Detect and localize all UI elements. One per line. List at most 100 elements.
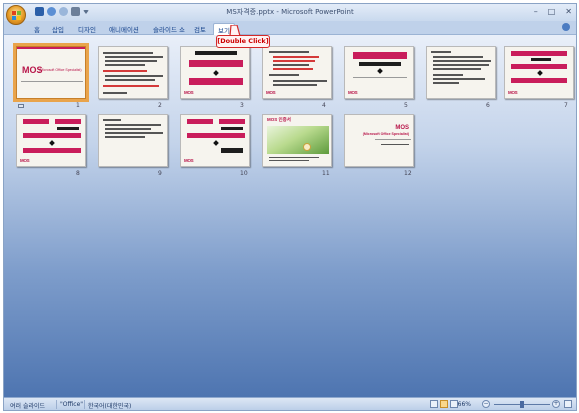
diagram-bar (531, 58, 551, 61)
slide-thumbnail-11[interactable]: MOS 인증서 (262, 114, 332, 167)
diagram-bar (511, 78, 567, 83)
slide-logo: MOS (184, 90, 194, 95)
text-line (105, 132, 163, 134)
slide-thumbnail-9[interactable] (98, 114, 168, 167)
zoom-level[interactable]: 66% (458, 401, 471, 408)
tab-review[interactable]: 검토 (190, 23, 210, 35)
slide-thumbnail-8[interactable]: MOS (16, 114, 86, 167)
text-line (273, 64, 309, 66)
slide-sorter-view-button[interactable] (440, 400, 448, 408)
diagram-bar (219, 119, 245, 124)
text-line (269, 51, 309, 53)
text-line (269, 74, 299, 76)
tab-slide-show[interactable]: 슬라이드 쇼 (149, 23, 189, 35)
view-name-label: 여러 슬라이드 (10, 403, 46, 410)
text-line (273, 60, 315, 62)
slide-sorter-view[interactable]: MOS (Microsoft Office Specialist) 1 2 MO… (4, 35, 576, 399)
zoom-slider-thumb[interactable] (520, 401, 524, 408)
slide-number: 5 (404, 102, 408, 109)
fit-to-window-button[interactable] (564, 400, 572, 408)
zoom-out-button[interactable]: − (482, 400, 490, 408)
diagram-bar (23, 119, 49, 124)
ribbon-tabs: 홈 삽입 디자인 애니메이션 슬라이드 쇼 검토 보기 (4, 21, 576, 35)
text-line (269, 157, 319, 158)
slide-thumbnail-10[interactable]: MOS (180, 114, 250, 167)
slide-heading: MOS 인증서 (267, 117, 291, 122)
text-line (105, 60, 157, 62)
diagram-bar (221, 127, 243, 130)
text-line (433, 74, 463, 76)
tab-design[interactable]: 디자인 (74, 23, 100, 35)
slide-logo: MOS (348, 90, 358, 95)
slide-number: 6 (486, 102, 490, 109)
tab-animations[interactable]: 애니메이션 (105, 23, 143, 35)
text-line (273, 80, 327, 82)
text-line (105, 79, 155, 81)
slide-number: 9 (158, 170, 162, 177)
certificate-image (267, 126, 329, 154)
slide-thumbnail-12[interactable]: MOS (Microsoft Office Specialist) (344, 114, 414, 167)
text-line (431, 51, 451, 53)
diagram-bar (511, 64, 567, 69)
status-separator (84, 400, 85, 409)
diagram-bar (359, 62, 401, 66)
slide-thumbnail-3[interactable]: MOS (180, 46, 250, 99)
diagram-connector (213, 70, 219, 76)
text-line (105, 56, 163, 58)
slide-divider (353, 77, 407, 78)
text-line (103, 92, 127, 94)
text-line (273, 84, 317, 86)
diagram-bar (221, 148, 243, 153)
diagram-connector (49, 140, 55, 146)
slide-thumbnail-7[interactable]: MOS (504, 46, 574, 99)
diagram-connector (377, 68, 383, 74)
help-icon[interactable] (562, 23, 570, 31)
tab-home[interactable]: 홈 (30, 23, 44, 35)
slide-thumbnail-2[interactable] (98, 46, 168, 99)
slide-accent-bar (17, 47, 85, 49)
slide-number: 12 (404, 170, 412, 177)
tab-insert[interactable]: 삽입 (48, 23, 68, 35)
seal-icon (303, 143, 311, 151)
diagram-bar (57, 127, 79, 130)
slide-thumbnail-1[interactable]: MOS (Microsoft Office Specialist) (13, 43, 89, 102)
slide-thumbnail-4[interactable]: MOS (262, 46, 332, 99)
slide-number: 8 (76, 170, 80, 177)
zoom-in-button[interactable]: + (552, 400, 560, 408)
text-line (103, 70, 147, 72)
slide-number: 4 (322, 102, 326, 109)
slide-subtitle: (Microsoft Office Specialist) (362, 132, 409, 136)
diagram-bar (189, 78, 243, 85)
diagram-bar (23, 133, 81, 138)
diagram-bar (511, 51, 567, 56)
slide-logo: MOS (184, 158, 194, 163)
slide-number: 10 (240, 170, 248, 177)
text-line (433, 68, 481, 70)
text-line (273, 68, 313, 70)
office-button[interactable] (6, 5, 26, 25)
maximize-button[interactable]: □ (548, 7, 556, 16)
slide-logo: MOS (266, 90, 276, 95)
slide-number: 1 (76, 102, 80, 109)
slide-number: 3 (240, 102, 244, 109)
diagram-bar (187, 119, 213, 124)
text-line (433, 78, 485, 80)
normal-view-button[interactable] (430, 400, 438, 408)
status-bar: 여러 슬라이드 "Office" 한국어(대한민국) 66% − + (4, 397, 576, 410)
language-label[interactable]: 한국어(대한민국) (88, 401, 131, 410)
text-line (381, 144, 409, 145)
text-line (433, 64, 489, 66)
slide-thumbnail-6[interactable] (426, 46, 496, 99)
minimize-button[interactable]: – (534, 7, 538, 16)
diagram-bar (23, 148, 81, 153)
text-line (103, 52, 153, 54)
text-line (105, 128, 151, 130)
slide-divider (375, 139, 411, 140)
slide-transition-icon[interactable] (18, 104, 24, 108)
diagram-connector (213, 140, 219, 146)
close-button[interactable]: ✕ (565, 7, 572, 16)
text-line (269, 160, 309, 161)
slide-thumbnail-5[interactable]: MOS (344, 46, 414, 99)
text-line (433, 56, 483, 58)
powerpoint-window: MS자격증.pptx - Microsoft PowerPoint – □ ✕ … (3, 3, 577, 411)
